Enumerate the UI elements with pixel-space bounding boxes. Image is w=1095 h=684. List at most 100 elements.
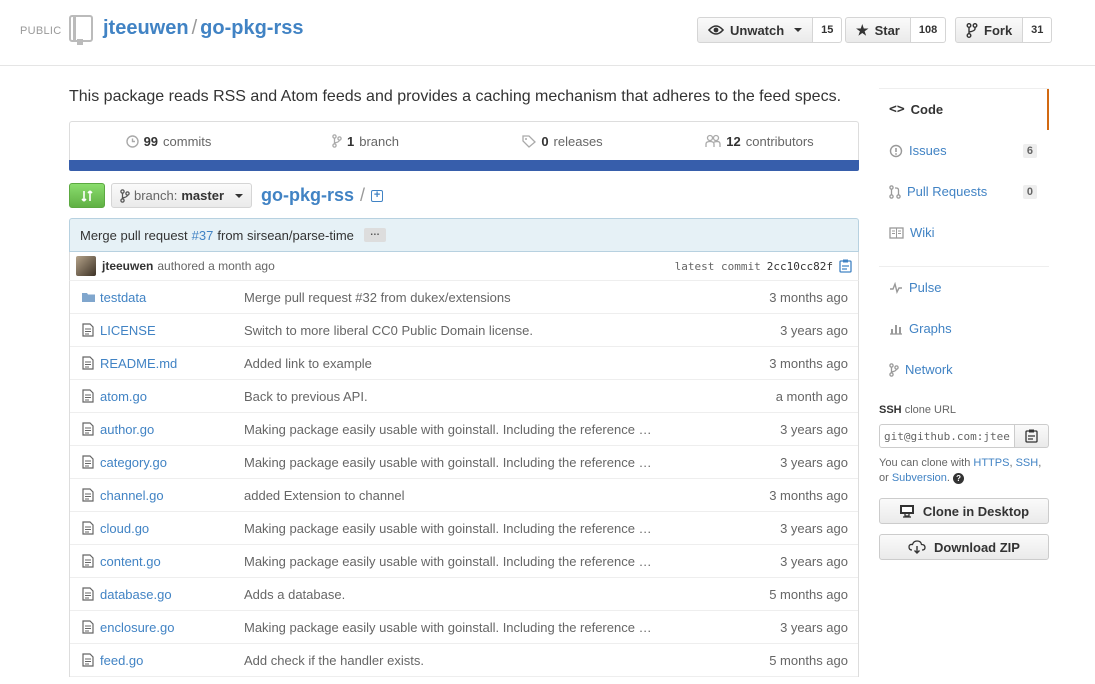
file-row[interactable]: atom.go Back to previous API. a month ago: [70, 380, 858, 413]
file-name-link[interactable]: atom.go: [100, 389, 244, 404]
avatar[interactable]: [76, 256, 96, 276]
releases-link[interactable]: 0 releases: [464, 122, 661, 160]
download-zip-button[interactable]: Download ZIP: [879, 534, 1049, 560]
unwatch-button[interactable]: Unwatch: [697, 17, 814, 43]
compare-icon: [81, 189, 93, 202]
file-commit-message[interactable]: Making package easily usable with goinst…: [244, 620, 664, 635]
file-text-icon: [82, 554, 94, 568]
clone-https-link[interactable]: HTTPS: [973, 457, 1009, 469]
file-row[interactable]: cloud.go Making package easily usable wit…: [70, 512, 858, 545]
file-text-icon: [82, 587, 94, 601]
file-commit-message[interactable]: Making package easily usable with goinst…: [244, 554, 664, 569]
file-age: 3 months ago: [769, 289, 848, 305]
repo-nav: <> Code Issues 6 Pull Requests 0 Wiki Pu…: [879, 88, 1049, 390]
file-row[interactable]: feed.go Add check if the handler exists. 5…: [70, 644, 858, 677]
commits-link[interactable]: 99 commits: [70, 122, 267, 160]
add-file-icon[interactable]: +: [371, 189, 384, 202]
help-icon[interactable]: ?: [953, 472, 965, 484]
star-count[interactable]: 108: [910, 17, 947, 43]
file-commit-message[interactable]: Added link to example: [244, 356, 664, 371]
file-commit-message[interactable]: added Extension to channel: [244, 488, 664, 503]
graph-icon: [890, 324, 902, 335]
file-row[interactable]: enclosure.go Making package easily usable…: [70, 611, 858, 644]
file-row[interactable]: testdata Merge pull request #32 from duke…: [70, 281, 858, 314]
repo-link[interactable]: go-pkg-rss: [200, 17, 303, 39]
history-icon: [125, 134, 139, 148]
file-name-link[interactable]: LICENSE: [100, 323, 244, 338]
file-name-link[interactable]: author.go: [100, 422, 244, 437]
file-commit-message[interactable]: Making package easily usable with goinst…: [244, 455, 664, 470]
branches-link[interactable]: 1 branch: [267, 122, 464, 160]
fork-count[interactable]: 31: [1023, 17, 1053, 43]
repo-title: jteeuwen / go-pkg-rss: [103, 17, 303, 40]
file-commit-message[interactable]: Add check if the handler exists.: [244, 653, 664, 668]
file-row[interactable]: database.go Adds a database. 5 months ago: [70, 578, 858, 611]
contributors-link[interactable]: 12 contributors: [661, 122, 858, 160]
nav-wiki[interactable]: Wiki: [879, 212, 1049, 253]
star-button[interactable]: ★ Star: [845, 17, 911, 43]
language-bar[interactable]: [69, 160, 859, 171]
clipboard-icon[interactable]: [839, 259, 852, 273]
file-row[interactable]: README.md Added link to example 3 months a…: [70, 347, 858, 380]
pull-request-icon: [889, 184, 901, 199]
nav-network[interactable]: Network: [879, 349, 1049, 390]
copy-clone-url-button[interactable]: [1015, 424, 1049, 448]
watch-count[interactable]: 15: [813, 17, 843, 43]
nav-code[interactable]: <> Code: [879, 89, 1049, 130]
clone-protocol: SSH: [879, 404, 902, 416]
file-name-link[interactable]: testdata: [100, 290, 244, 305]
file-row[interactable]: channel.go added Extension to channel 3 mo…: [70, 479, 858, 512]
expand-commit-button[interactable]: …: [363, 228, 386, 242]
file-commit-message[interactable]: Adds a database.: [244, 587, 664, 602]
commit-sha[interactable]: 2cc10cc82f: [767, 260, 833, 273]
file-name-link[interactable]: category.go: [100, 455, 244, 470]
file-name-link[interactable]: content.go: [100, 554, 244, 569]
nav-graphs[interactable]: Graphs: [879, 308, 1049, 349]
breadcrumb-root[interactable]: go-pkg-rss: [261, 185, 354, 206]
file-name-link[interactable]: README.md: [100, 356, 244, 371]
branches-count: 1: [347, 133, 355, 149]
clone-in-desktop-label: Clone in Desktop: [922, 503, 1030, 519]
contributors-count: 12: [726, 133, 741, 149]
file-age: 3 years ago: [780, 454, 848, 470]
fork-button[interactable]: Fork: [955, 17, 1024, 43]
file-name-link[interactable]: enclosure.go: [100, 620, 244, 635]
file-list: testdata Merge pull request #32 from duke…: [69, 281, 859, 677]
file-age: 3 years ago: [780, 520, 848, 536]
latest-commit-label: latest commit: [674, 259, 761, 273]
file-row[interactable]: category.go Making package easily usable …: [70, 446, 858, 479]
breadcrumb: go-pkg-rss / +: [261, 185, 384, 206]
breadcrumb-separator: /: [360, 185, 366, 205]
file-name-link[interactable]: channel.go: [100, 488, 244, 503]
nav-pull-requests[interactable]: Pull Requests 0: [879, 171, 1049, 212]
commit-message-prefix[interactable]: Merge pull request: [80, 228, 188, 243]
file-type-icon: [70, 389, 100, 403]
commit-author[interactable]: jteeuwen: [102, 259, 153, 273]
file-name-link[interactable]: database.go: [100, 587, 244, 602]
file-row[interactable]: author.go Making package easily usable wi…: [70, 413, 858, 446]
code-icon: <>: [889, 102, 905, 117]
clone-ssh-link[interactable]: SSH: [1016, 457, 1039, 469]
clone-subversion-link[interactable]: Subversion: [892, 472, 947, 484]
file-row[interactable]: content.go Making package easily usable w…: [70, 545, 858, 578]
clone-in-desktop-button[interactable]: Clone in Desktop: [879, 498, 1049, 524]
file-commit-message[interactable]: Switch to more liberal CC0 Public Domain…: [244, 323, 664, 338]
file-commit-message[interactable]: Making package easily usable with goinst…: [244, 422, 664, 437]
file-commit-message[interactable]: Merge pull request #32 from dukex/extens…: [244, 290, 664, 305]
nav-pulse[interactable]: Pulse: [879, 267, 1049, 308]
monitor-icon: [899, 505, 914, 518]
clone-url-input[interactable]: [879, 424, 1015, 448]
file-name-link[interactable]: feed.go: [100, 653, 244, 668]
branch-select[interactable]: branch: master: [111, 183, 252, 208]
file-commit-message[interactable]: Making package easily usable with goinst…: [244, 521, 664, 536]
compare-button[interactable]: [69, 183, 105, 208]
commit-message-suffix[interactable]: from sirsean/parse-time: [217, 228, 354, 243]
nav-issues[interactable]: Issues 6: [879, 130, 1049, 171]
file-commit-message[interactable]: Back to previous API.: [244, 389, 664, 404]
file-text-icon: [82, 389, 94, 403]
file-name-link[interactable]: cloud.go: [100, 521, 244, 536]
file-row[interactable]: LICENSE Switch to more liberal CC0 Public…: [70, 314, 858, 347]
file-type-icon: [70, 587, 100, 601]
owner-link[interactable]: jteeuwen: [103, 17, 189, 39]
commit-pr-link[interactable]: #37: [192, 228, 214, 243]
